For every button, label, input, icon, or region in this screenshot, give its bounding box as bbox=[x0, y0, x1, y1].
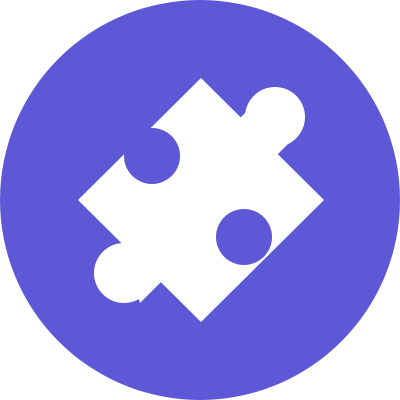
app-icon bbox=[0, 0, 400, 400]
puzzle-logo bbox=[0, 0, 400, 400]
